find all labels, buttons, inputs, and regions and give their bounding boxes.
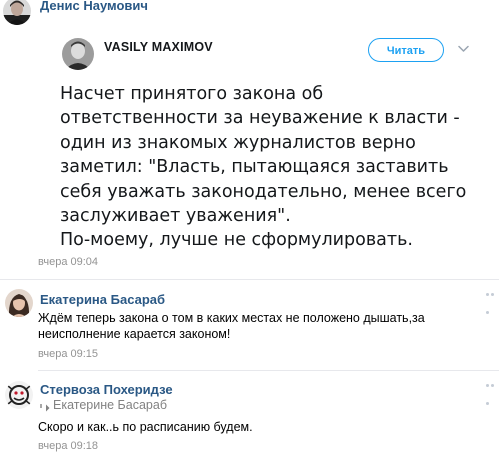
more-options-icon[interactable] <box>486 384 499 405</box>
tweet-author-name: VASILY MAXIMOV <box>104 40 213 54</box>
comment-thread: Денис Наумович VASILY MAXIMOV Читать Нас… <box>0 0 499 452</box>
avatar[interactable] <box>5 381 33 409</box>
tweet-text-line: один из знакомых журналистов верно <box>60 132 416 153</box>
tweet-author-avatar <box>62 38 94 70</box>
comment-timestamp[interactable]: вчера 09:15 <box>38 348 98 360</box>
avatar[interactable] <box>3 0 31 25</box>
avatar[interactable] <box>5 289 33 317</box>
more-options-icon[interactable] <box>486 293 499 314</box>
tweet-text-line: ответственности за неуважение к власти - <box>60 108 460 129</box>
chevron-down-icon[interactable] <box>458 45 469 53</box>
tweet-text-line: По-моему, лучше не сформулировать. <box>60 230 413 250</box>
tweet-image[interactable]: VASILY MAXIMOV Читать Насчет принятого з… <box>38 26 484 250</box>
comment-text-line: Ждём теперь закона о том в каких местах … <box>38 311 425 325</box>
tweet-text-line: себя уважать законодательно, менее всего <box>60 181 467 202</box>
tweet-text-line: Насчет принятого закона об <box>60 84 324 104</box>
tweet-text: Насчет принятого закона об ответственнос… <box>60 82 480 250</box>
comment-timestamp[interactable]: вчера 09:18 <box>38 440 98 452</box>
follow-button[interactable]: Читать <box>368 38 444 62</box>
comment-author-name[interactable]: Стервоза Похеридзе <box>40 382 173 397</box>
reply-to-link[interactable]: Екатерине Басараб <box>53 398 167 412</box>
comment-text-line: Скоро и как..ь по расписанию будем. <box>38 420 253 434</box>
comment-text: Ждём теперь закона о том в каких местах … <box>38 310 478 342</box>
post-author-name[interactable]: Денис Наумович <box>40 0 148 13</box>
tweet-text-line: заметил: "Власть, пытающаяся заставить <box>60 157 449 178</box>
divider <box>38 370 499 371</box>
reply-arrow-icon <box>40 404 50 412</box>
divider <box>0 279 499 280</box>
comment-text: Скоро и как..ь по расписанию будем. <box>38 419 478 435</box>
comment-text-line: неисполнение карается законом! <box>38 327 231 341</box>
tweet-text-line: заслуживает уважения". <box>60 206 291 227</box>
post-timestamp[interactable]: вчера 09:04 <box>38 256 98 268</box>
comment-author-name[interactable]: Екатерина Басараб <box>40 292 165 307</box>
